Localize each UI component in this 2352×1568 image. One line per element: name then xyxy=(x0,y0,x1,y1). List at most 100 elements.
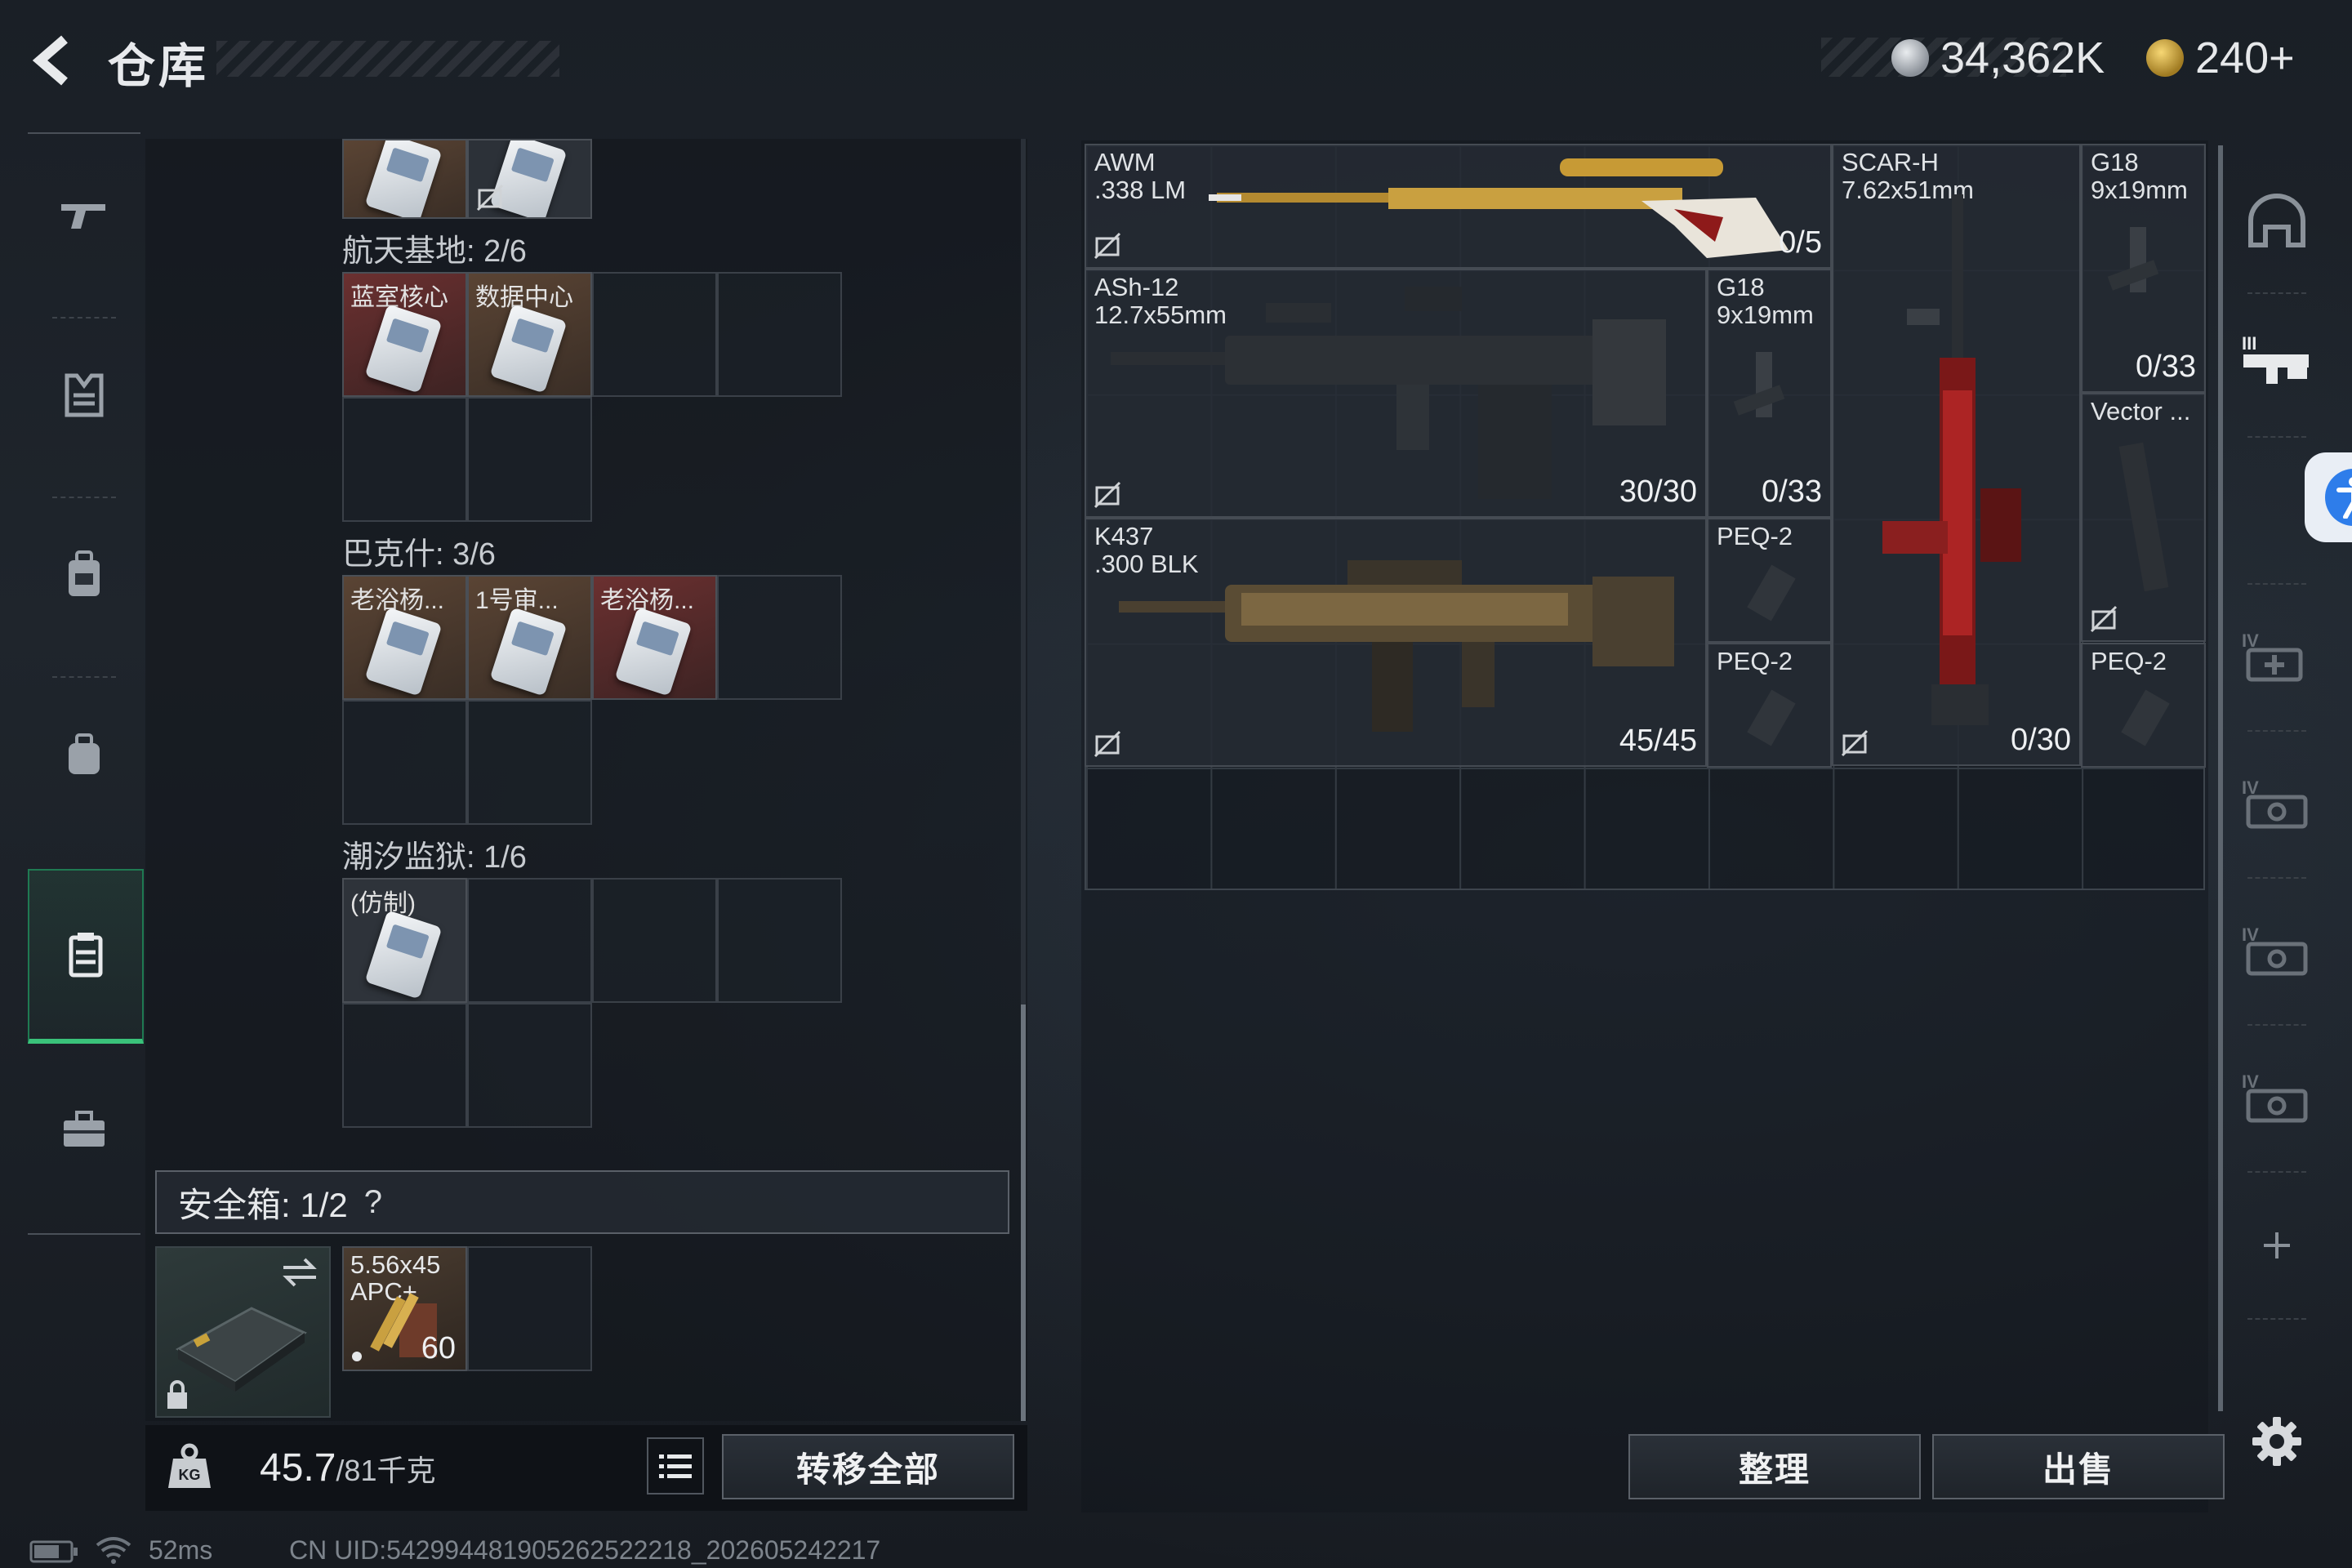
gear-slot-icon: IV xyxy=(2242,924,2308,976)
gold-coin-icon xyxy=(2146,39,2184,77)
keycard-icon xyxy=(489,304,568,394)
battery-icon xyxy=(29,1540,78,1563)
left-nav xyxy=(28,132,144,1235)
laser-module-icon xyxy=(2121,689,2170,746)
rnav-medkit[interactable]: IV xyxy=(2238,596,2316,719)
currency-gold[interactable]: 240+ xyxy=(2146,31,2295,85)
rnav-slot-iv-2[interactable]: IV xyxy=(2238,890,2316,1013)
keycard-item[interactable]: 老浴杨... xyxy=(342,575,467,700)
currency-silver[interactable]: 34,362K xyxy=(1891,31,2105,85)
svg-text:KG: KG xyxy=(179,1467,201,1483)
keycard-icon xyxy=(364,910,443,1000)
rnav-helmet[interactable] xyxy=(2238,160,2316,283)
keycard-icon xyxy=(364,607,443,697)
ammo-item[interactable]: 5.56x45 APC+ 60 xyxy=(342,1246,467,1371)
section-label: 巴克什: 3/6 xyxy=(342,537,496,572)
rnav-add-slot[interactable] xyxy=(2238,1184,2316,1307)
weight-readout: 45.7/81千克 xyxy=(260,1446,435,1490)
keycard-item[interactable] xyxy=(342,139,467,219)
keycard-item[interactable]: 老浴杨... xyxy=(592,575,717,700)
keycard-item[interactable]: 1号审... xyxy=(467,575,592,700)
page-title: 仓库 xyxy=(108,40,210,93)
nav-backpack[interactable] xyxy=(28,493,140,657)
rifle-icon xyxy=(1111,287,1666,499)
list-icon xyxy=(659,1454,692,1478)
accessibility-button[interactable] xyxy=(2305,452,2352,542)
weight-max: /81千克 xyxy=(336,1454,436,1487)
transfer-all-button[interactable]: 转移全部 xyxy=(722,1434,1014,1499)
weapon-k437[interactable]: K437 .300 BLK 45/45 xyxy=(1085,518,1707,767)
ping-readout: 52ms xyxy=(149,1535,213,1565)
nav-container[interactable] xyxy=(28,869,144,1044)
weight-icon: KG xyxy=(168,1443,211,1488)
gear-slot-icon: IV xyxy=(2242,1071,2308,1123)
safe-case-slot[interactable] xyxy=(155,1246,331,1418)
weapon-vector[interactable]: Vector ... xyxy=(2081,393,2206,642)
keycard-icon xyxy=(614,607,693,697)
list-view-button[interactable] xyxy=(647,1437,704,1494)
weapon-scar-h[interactable]: SCAR-H 7.62x51mm 0/30 xyxy=(1832,144,2081,766)
ammo-count: 45/45 xyxy=(1619,724,1697,758)
rnav-slot-iv-3[interactable]: IV xyxy=(2238,1037,2316,1160)
no-insure-icon xyxy=(1094,730,1121,758)
uid-readout: CN UID:542994481905262522218_20260524221… xyxy=(289,1535,881,1565)
section-label: 航天基地: 2/6 xyxy=(342,234,527,269)
section-label: 潮汐监狱: 1/6 xyxy=(342,840,527,875)
ammo-count: 0/33 xyxy=(2136,350,2196,384)
attachment-peq-2[interactable]: PEQ-2 xyxy=(2081,643,2206,768)
ammo-count: 30/30 xyxy=(1619,474,1697,509)
no-insure-icon xyxy=(1094,232,1121,260)
weapon-ash-12[interactable]: ASh-12 12.7x55mm 30/30 xyxy=(1085,269,1707,518)
gun-icon xyxy=(61,204,105,229)
nav-toolbox[interactable] xyxy=(28,1049,140,1212)
attachment-name: PEQ-2 xyxy=(1717,647,1793,675)
settings-button[interactable] xyxy=(2238,1380,2316,1503)
attachment-peq-2[interactable]: PEQ-2 xyxy=(1707,518,1832,643)
backpack-icon xyxy=(69,550,100,596)
nav-weapons[interactable] xyxy=(28,134,140,297)
weapon-g18[interactable]: G18 9x19mm 0/33 xyxy=(2081,144,2206,393)
gear-slot-icon: IV xyxy=(2242,777,2308,829)
weapon-name: AWM .338 LM xyxy=(1094,148,1187,204)
svg-text:IV: IV xyxy=(2242,777,2259,798)
sniper-rifle-icon xyxy=(1209,158,1788,258)
weapon-awm[interactable]: AWM .338 LM 0/5 xyxy=(1085,144,1832,269)
weapon-g18[interactable]: G18 9x19mm 0/33 xyxy=(1707,269,1832,518)
help-button[interactable]: ? xyxy=(364,1184,382,1221)
back-button[interactable] xyxy=(26,29,83,91)
keycard-item[interactable]: (仿制) xyxy=(342,878,467,1003)
ammo-count: 0/33 xyxy=(1762,474,1822,509)
weapon-name: G18 9x19mm xyxy=(1717,273,1814,329)
organize-button[interactable]: 整理 xyxy=(1628,1434,1921,1499)
attachment-peq-2[interactable]: PEQ-2 xyxy=(1707,643,1832,768)
rnav-slot-iv-1[interactable]: IV xyxy=(2238,743,2316,866)
wifi-icon xyxy=(96,1537,131,1564)
keycard-item[interactable]: 蓝室核心 xyxy=(342,272,467,397)
keycard-item[interactable]: 数据中心 xyxy=(467,272,592,397)
swap-icon xyxy=(283,1258,317,1287)
no-insure-icon xyxy=(1841,729,1869,757)
storage-scroll-thumb[interactable] xyxy=(1021,1004,1026,1421)
svg-text:IV: IV xyxy=(2242,924,2259,945)
keycard-icon xyxy=(364,140,443,217)
container-scrollbar[interactable] xyxy=(2218,145,2223,1411)
nav-bag[interactable] xyxy=(28,673,140,836)
rnav-weapon-slot-3[interactable]: III xyxy=(2238,299,2316,421)
svg-text:IV: IV xyxy=(2242,1071,2259,1092)
svg-text:III: III xyxy=(2242,333,2256,354)
svg-text:IV: IV xyxy=(2242,630,2259,651)
sell-button[interactable]: 出售 xyxy=(1932,1434,2225,1499)
weapon-name: G18 9x19mm xyxy=(2091,148,2188,204)
helmet-icon xyxy=(2248,194,2305,247)
no-insure-icon xyxy=(1094,481,1121,509)
smg-icon xyxy=(2118,442,2169,592)
title-stripes xyxy=(216,41,559,77)
currency-gold-value: 240+ xyxy=(2195,33,2295,82)
ammo-dot-icon xyxy=(352,1352,362,1361)
laser-module-icon xyxy=(1747,689,1796,746)
gear-icon xyxy=(2252,1417,2301,1466)
accessibility-icon xyxy=(2325,469,2352,526)
attachment-name: PEQ-2 xyxy=(1717,522,1793,550)
keycard-item[interactable] xyxy=(467,139,592,219)
nav-armor[interactable] xyxy=(28,314,140,477)
